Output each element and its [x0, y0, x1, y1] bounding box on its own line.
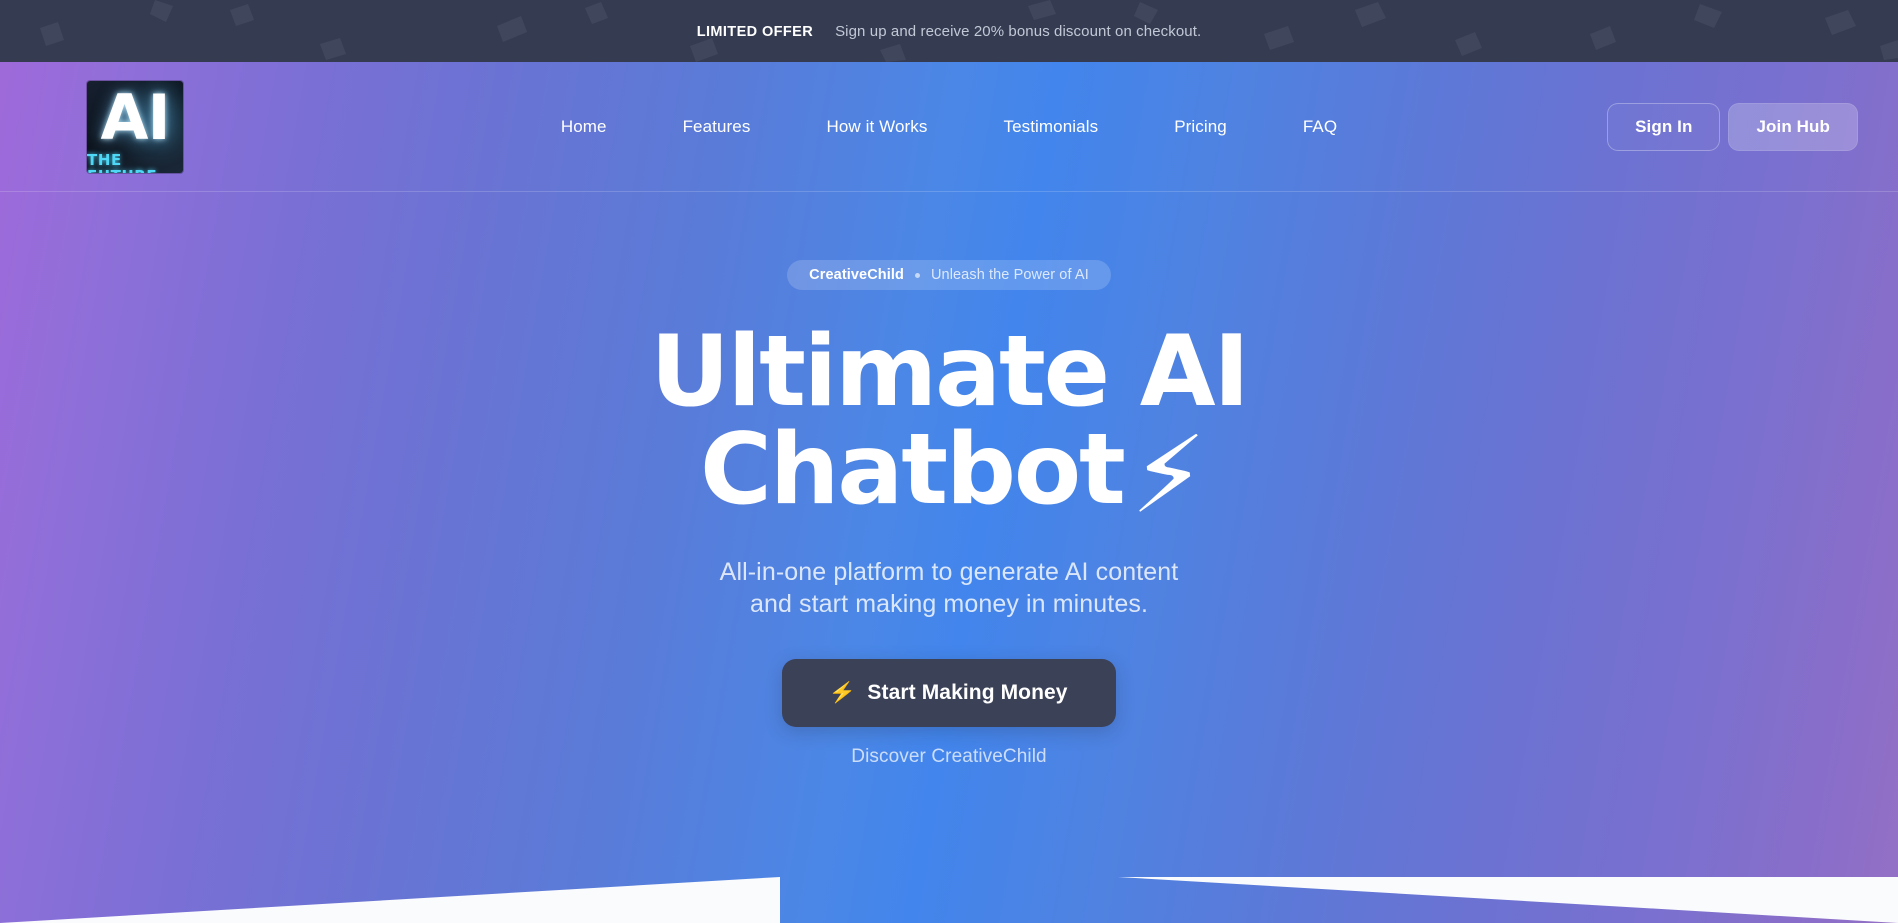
- start-making-money-button[interactable]: ⚡ Start Making Money: [782, 659, 1116, 727]
- hero-subheadline-line-2: and start making money in minutes.: [749, 590, 1148, 618]
- nav-item-home[interactable]: Home: [523, 117, 645, 137]
- nav-item-how-it-works[interactable]: How it Works: [788, 117, 965, 137]
- join-hub-button[interactable]: Join Hub: [1728, 103, 1858, 151]
- main-navbar: AI THE FUTURE Home Features How it Works…: [0, 62, 1898, 192]
- announcement-message: Sign up and receive 20% bonus discount o…: [835, 22, 1202, 40]
- hero-headline: Ultimate AI Chatbot⚡: [650, 323, 1250, 529]
- lightning-bolt-icon: ⚡: [1129, 413, 1206, 538]
- hero-badge-pill[interactable]: CreativeChild Unleash the Power of AI: [787, 260, 1111, 290]
- nav-actions: Sign In Join Hub: [1607, 62, 1858, 192]
- cta-label: Start Making Money: [867, 681, 1068, 704]
- announcement-bar[interactable]: LIMITED OFFER Sign up and receive 20% bo…: [0, 0, 1898, 62]
- hero-badge-text: Unleash the Power of AI: [930, 267, 1089, 283]
- dot-separator-icon: [914, 272, 920, 278]
- landing-page: LIMITED OFFER Sign up and receive 20% bo…: [0, 0, 1898, 923]
- cta-lightning-bolt-icon: ⚡: [829, 682, 857, 704]
- announcement-tag: LIMITED OFFER: [696, 23, 814, 40]
- hero-section: CreativeChild Unleash the Power of AI Ul…: [0, 192, 1898, 923]
- hero-headline-line-2: Chatbot: [700, 413, 1126, 527]
- hero-subheadline-line-1: All-in-one platform to generate AI conte…: [719, 558, 1179, 586]
- announcement-content: LIMITED OFFER Sign up and receive 20% bo…: [697, 23, 1202, 40]
- discover-link[interactable]: Discover CreativeChild: [851, 746, 1046, 768]
- nav-item-pricing[interactable]: Pricing: [1136, 117, 1265, 137]
- hero-subheadline: All-in-one platform to generate AI conte…: [720, 556, 1179, 620]
- hero-badge-brand: CreativeChild: [809, 267, 904, 283]
- hero-headline-line-1: Ultimate AI: [650, 315, 1250, 429]
- nav-item-testimonials[interactable]: Testimonials: [965, 117, 1136, 137]
- sign-in-button[interactable]: Sign In: [1607, 103, 1721, 151]
- nav-item-features[interactable]: Features: [645, 117, 789, 137]
- nav-item-faq[interactable]: FAQ: [1265, 117, 1375, 137]
